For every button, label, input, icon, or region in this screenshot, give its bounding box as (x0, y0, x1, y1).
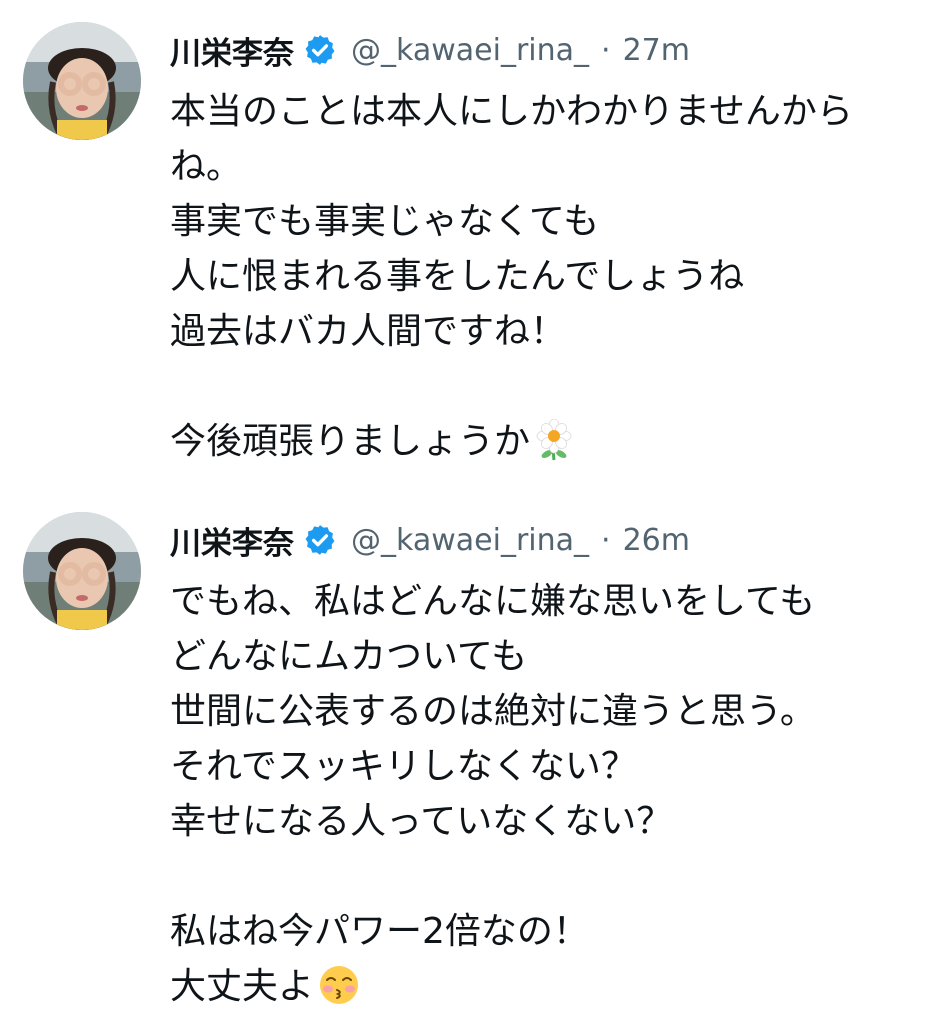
tweet-line-with-emoji: 今後頑張りましょうか (170, 414, 930, 469)
tweet-line: 本当のことは本人にしかわかりませんから (170, 91, 853, 132)
timestamp[interactable]: 26m (623, 523, 690, 558)
author-name[interactable]: 川栄李奈 (170, 28, 294, 73)
tweet-line-with-emoji: 大丈夫よ (170, 959, 930, 1014)
tweet-line: 幸せになる人っていなくない？ (170, 801, 673, 842)
tweet-line: でもね、私はどんなに嫌な思いをしても (170, 581, 816, 622)
tweet[interactable]: 川栄李奈 @_kawaei_rina_ · 26m でもね、私はどんなに嫌な思い… (0, 490, 949, 1024)
tweet-line: 事実でも事実じゃなくても (170, 201, 600, 242)
tweet-line: 今後頑張りましょうか (170, 421, 531, 462)
kissing-face-emoji-icon (318, 964, 360, 1006)
tweet-line: それでスッキリしなくない？ (170, 746, 637, 787)
tweet[interactable]: 川栄李奈 @_kawaei_rina_ · 27m 本当のことは本人にしかわかり… (0, 0, 949, 490)
tweet-line: 人に恨まれる事をしたんでしょうね (170, 256, 745, 297)
tweet-header: 川栄李奈 @_kawaei_rina_ · 26m (170, 512, 690, 568)
tweet-line: 私はね今パワー2倍なの！ (170, 911, 589, 952)
tweet-header: 川栄李奈 @_kawaei_rina_ · 27m (170, 22, 690, 78)
tweet-text: でもね、私はどんなに嫌な思いをしても どんなにムカついても 世間に公表するのは絶… (170, 574, 930, 1014)
blossom-emoji-icon (534, 419, 574, 461)
tweet-feed: 川栄李奈 @_kawaei_rina_ · 27m 本当のことは本人にしかわかり… (0, 0, 949, 1024)
author-name[interactable]: 川栄李奈 (170, 518, 294, 563)
tweet-line: 過去はバカ人間ですね！ (170, 311, 567, 352)
separator-dot: · (601, 32, 611, 68)
verified-badge-icon (303, 523, 337, 557)
tweet-text: 本当のことは本人にしかわかりませんから ね。 事実でも事実じゃなくても 人に恨ま… (170, 84, 930, 469)
timestamp[interactable]: 27m (623, 33, 690, 68)
avatar[interactable] (23, 22, 141, 140)
tweet-line: 世間に公表するのは絶対に違うと思う。 (170, 691, 816, 732)
separator-dot: · (601, 522, 611, 558)
verified-badge-icon (303, 33, 337, 67)
avatar[interactable] (23, 512, 141, 630)
tweet-line: ね。 (170, 146, 243, 187)
author-handle[interactable]: @_kawaei_rina_ (351, 523, 589, 558)
author-handle[interactable]: @_kawaei_rina_ (351, 33, 589, 68)
tweet-line: どんなにムカついても (170, 636, 528, 677)
tweet-line: 大丈夫よ (170, 966, 315, 1007)
